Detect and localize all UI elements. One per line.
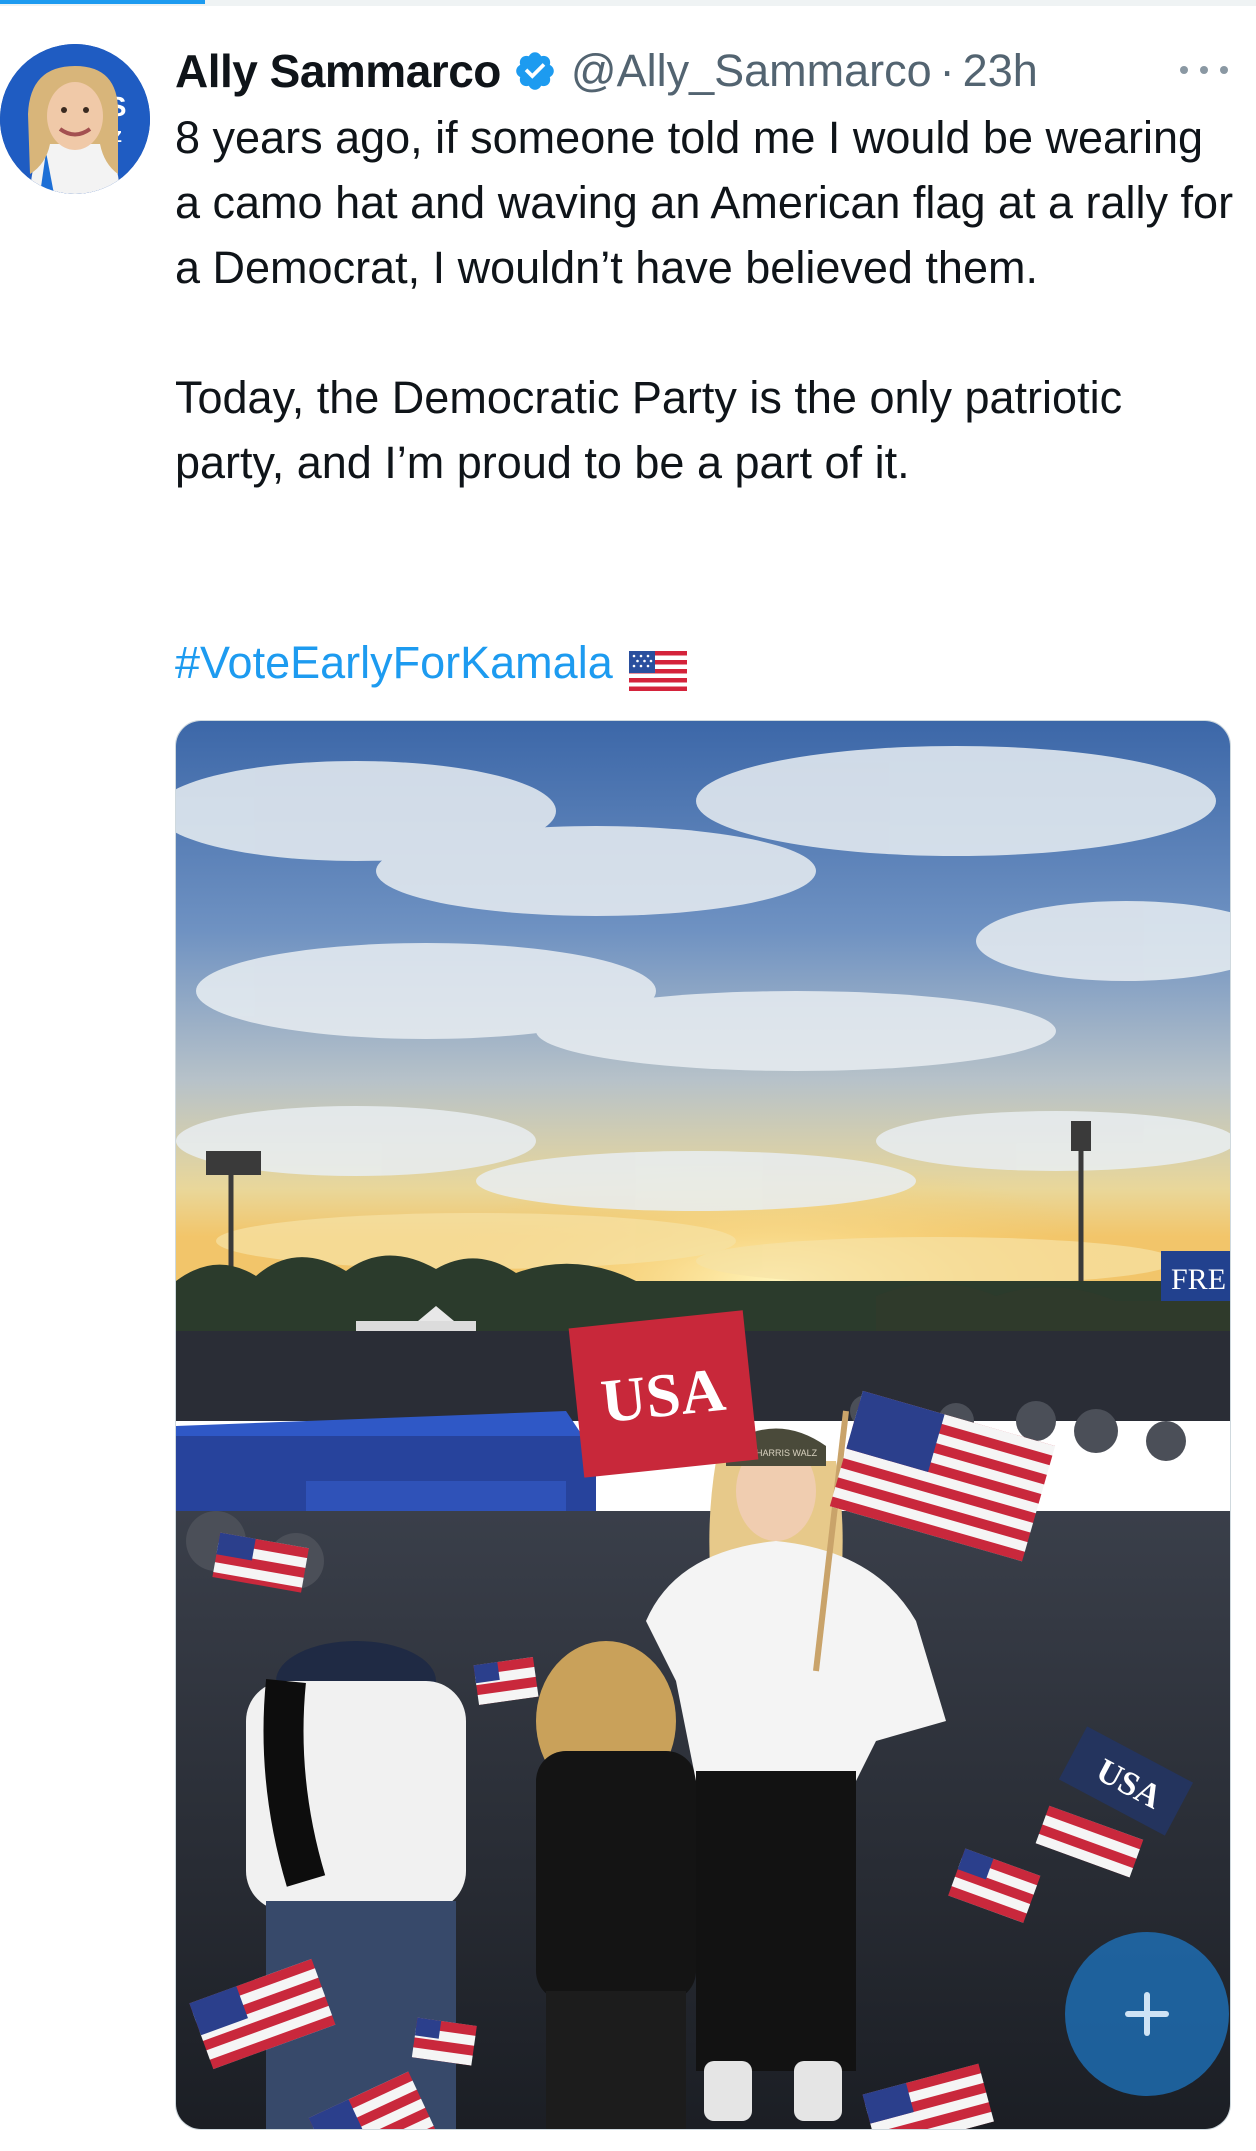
us-flag-emoji-icon <box>628 643 687 691</box>
tab-indicator <box>0 0 205 4</box>
tweet-header: Ally Sammarco @Ally_Sammarco · 23h <box>175 36 1245 106</box>
plus-icon <box>1125 1992 1169 2036</box>
separator-dot: · <box>939 45 955 96</box>
hashtag-link[interactable]: #VoteEarlyForKamala <box>175 630 613 695</box>
more-options-icon[interactable] <box>1180 52 1228 88</box>
hashtag-line: #VoteEarlyForKamala <box>175 630 687 695</box>
author-name[interactable]: Ally Sammarco <box>175 44 501 98</box>
author-handle[interactable]: @Ally_Sammarco <box>571 45 932 97</box>
avatar-photo: IS Z <box>0 44 150 194</box>
tweet-photo[interactable]: FRE HARRIS WALZ USA USA <box>175 720 1231 2130</box>
tweet-text: 8 years ago, if someone told me I would … <box>175 105 1240 495</box>
tweet-timestamp[interactable]: 23h <box>963 45 1038 97</box>
tweet-paragraph-2: Today, the Democratic Party is the only … <box>175 372 1123 488</box>
rally-photo: FRE HARRIS WALZ USA USA <box>176 721 1230 2129</box>
compose-button[interactable] <box>1065 1932 1229 2096</box>
banner-text: FRE <box>1171 1263 1226 1296</box>
hat-text: HARRIS WALZ <box>756 1448 818 1458</box>
usa-sign-text: USA <box>598 1356 729 1437</box>
tweet-paragraph-1: 8 years ago, if someone told me I would … <box>175 112 1234 293</box>
author-avatar[interactable]: IS Z <box>0 44 150 194</box>
verified-badge-icon <box>513 49 557 93</box>
